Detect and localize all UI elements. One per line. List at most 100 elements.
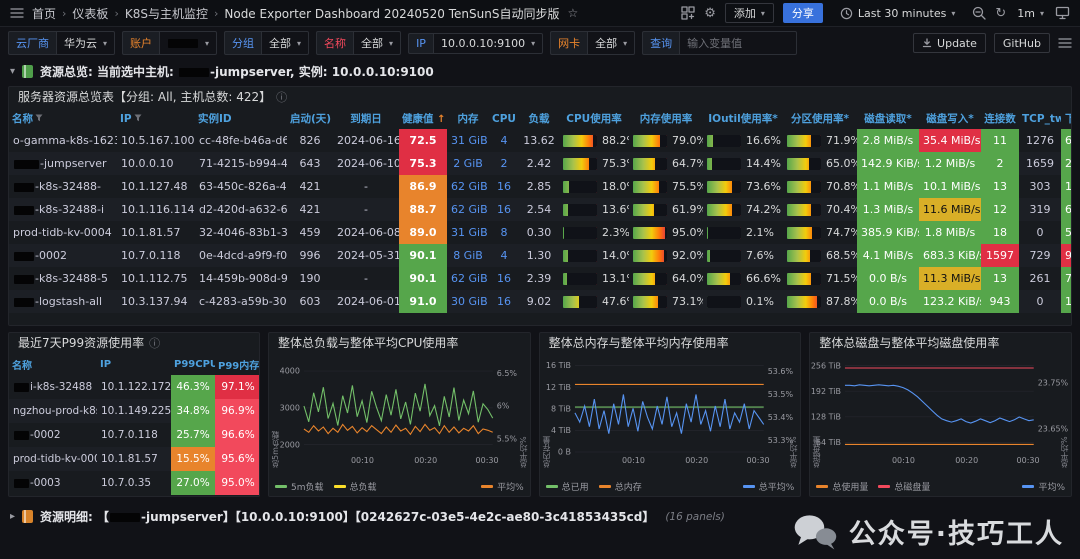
menu-icon[interactable] bbox=[10, 7, 24, 19]
cell-名称[interactable]: -0002 bbox=[9, 244, 117, 267]
cell-名称[interactable]: -0002 bbox=[9, 423, 97, 447]
legend-item[interactable]: 总磁盘量 bbox=[878, 480, 930, 493]
legend-item[interactable]: 总负载 bbox=[334, 480, 377, 493]
variable-input[interactable] bbox=[679, 31, 797, 55]
chevron-down-icon: ▾ bbox=[389, 39, 393, 48]
column-header-IOutil使用率*[interactable]: IOutil使用率* bbox=[703, 108, 783, 129]
cell-连接数: 11 bbox=[981, 129, 1019, 152]
legend-item[interactable]: 总平均% bbox=[743, 480, 795, 493]
column-header-CPU使用率[interactable]: CPU使用率 bbox=[559, 108, 629, 129]
chart-panel-3: 整体总磁盘与整体平均磁盘使用率256 TiB192 TiB128 TiB64 T… bbox=[809, 332, 1072, 497]
filter-cloud-vendor: 云厂商华为云▾ bbox=[8, 31, 115, 55]
filter-value[interactable]: 10.0.0.10:9100▾ bbox=[433, 33, 543, 54]
column-header-健康值[interactable]: 健康值 ↑ bbox=[399, 108, 447, 129]
column-header-名称[interactable]: 名称 bbox=[9, 108, 117, 129]
cell-名称[interactable]: -k8s-32488- bbox=[9, 175, 117, 198]
column-header-磁盘写入*[interactable]: 磁盘写入* bbox=[919, 108, 981, 129]
filter-value[interactable]: 华为云▾ bbox=[56, 31, 115, 55]
legend-item[interactable]: 平均% bbox=[1022, 480, 1065, 493]
cell-磁盘写入*: 10.1 MiB/s bbox=[919, 175, 981, 198]
breadcrumb-item[interactable]: 仪表板 bbox=[72, 5, 108, 22]
legend-item[interactable]: 5m负载 bbox=[275, 480, 324, 493]
column-header-内存[interactable]: 内存 bbox=[447, 108, 489, 129]
info-icon[interactable]: ⓘ bbox=[149, 333, 160, 354]
info-icon[interactable]: ⓘ bbox=[276, 87, 287, 108]
svg-text:00:20: 00:20 bbox=[414, 456, 437, 465]
breadcrumb-item[interactable]: K8S与主机监控 bbox=[125, 5, 208, 22]
cell-名称[interactable]: -k8s-32488-i bbox=[9, 198, 117, 221]
column-header-P99CPU[interactable]: P99CPU bbox=[171, 354, 215, 375]
svg-text:6.5%: 6.5% bbox=[497, 369, 518, 378]
gear-icon[interactable]: ⚙ bbox=[704, 7, 716, 20]
update-button[interactable]: Update bbox=[913, 33, 986, 53]
cell-名称[interactable]: -0003 bbox=[9, 471, 97, 495]
add-panel-icon[interactable] bbox=[681, 6, 695, 20]
cell-IOutil使用率*: 2.1% bbox=[703, 221, 783, 244]
expand-caret-icon: ▸ bbox=[10, 511, 15, 522]
cell-名称[interactable]: ngzhou-prod-k8s-1 bbox=[9, 399, 97, 423]
top-nav-actions: ⚙ 添加 ▾ 分享 Last 30 minutes ▾ ↻ 1m ▾ bbox=[681, 3, 1070, 23]
column-header-IP[interactable]: IP bbox=[117, 108, 195, 129]
filter-value[interactable]: 全部▾ bbox=[353, 31, 401, 55]
cell-启动(天): 421 bbox=[287, 175, 333, 198]
legend-item[interactable]: 总使用量 bbox=[816, 480, 868, 493]
github-button[interactable]: GitHub bbox=[994, 33, 1050, 53]
cell-内存: 8 GiB bbox=[447, 244, 489, 267]
column-header-分区使用率*[interactable]: 分区使用率* bbox=[783, 108, 857, 129]
column-header-TCP_tw[interactable]: TCP_tw bbox=[1019, 108, 1061, 129]
cell-名称[interactable]: prod-tidb-kv-0004 bbox=[9, 221, 117, 244]
cell-名称[interactable]: i-k8s-32488 bbox=[9, 375, 97, 399]
chevron-down-icon: ▾ bbox=[297, 39, 301, 48]
menu-icon[interactable] bbox=[1058, 37, 1072, 49]
share-button[interactable]: 分享 bbox=[783, 3, 823, 23]
column-header-连接数[interactable]: 连接数 bbox=[981, 108, 1019, 129]
chart: 256 TiB192 TiB128 TiB64 TiB23.75%23.65%0… bbox=[810, 354, 1071, 466]
svg-text:00:20: 00:20 bbox=[956, 456, 979, 465]
column-header-内存使用率[interactable]: 内存使用率 bbox=[629, 108, 703, 129]
legend-item[interactable]: 总已用 bbox=[546, 480, 589, 493]
cell-到期日: - bbox=[333, 267, 399, 290]
cell-内存: 2 GiB bbox=[447, 152, 489, 175]
book-icon bbox=[22, 510, 33, 523]
time-range-picker[interactable]: Last 30 minutes ▾ bbox=[832, 3, 963, 23]
column-header-启动(天)[interactable]: 启动(天) bbox=[287, 108, 333, 129]
column-header-实例ID[interactable]: 实例ID bbox=[195, 108, 287, 129]
filter-value[interactable]: 全部▾ bbox=[261, 31, 309, 55]
legend-item[interactable]: 平均% bbox=[481, 480, 524, 493]
refresh-interval-select[interactable]: 1m ▾ bbox=[1015, 3, 1046, 23]
table-row: -k8s-32488-10.1.127.4863-450c-826a-4421-… bbox=[9, 175, 1072, 198]
filter-value[interactable]: ▾ bbox=[159, 31, 217, 55]
row-overview-header[interactable]: ▾ 资源总览: 当前选中主机: -jumpserver, 实例: 10.0.0.… bbox=[0, 59, 1080, 84]
cell-名称[interactable]: o-gamma-k8s-16235 bbox=[9, 129, 117, 152]
column-header-CPU[interactable]: CPU bbox=[489, 108, 519, 129]
cell-磁盘写入*: 123.2 KiB/s bbox=[919, 290, 981, 313]
column-header-磁盘读取*[interactable]: 磁盘读取* bbox=[857, 108, 919, 129]
cell-实例ID: 32-4046-83b1-3 bbox=[195, 221, 287, 244]
cell-P99内存: 95.0% bbox=[215, 471, 260, 495]
tv-kiosk-icon[interactable] bbox=[1055, 6, 1070, 20]
column-header-P99内存[interactable]: P99内存 bbox=[215, 354, 260, 375]
legend-item[interactable]: 总内存 bbox=[599, 480, 642, 493]
cell-名称[interactable]: -logstash-all bbox=[9, 290, 117, 313]
cell-健康值: 91.0 bbox=[399, 290, 447, 313]
cell-名称[interactable]: prod-tidb-kv-0004 bbox=[9, 447, 97, 471]
sort-asc-icon: ↑ bbox=[437, 114, 445, 125]
column-header-名称[interactable]: 名称 bbox=[9, 354, 97, 375]
refresh-icon[interactable]: ↻ bbox=[995, 7, 1006, 20]
star-icon[interactable]: ☆ bbox=[567, 7, 578, 19]
column-header-负载[interactable]: 负载 bbox=[519, 108, 559, 129]
chart-legend: 5m负载总负载 平均% bbox=[275, 480, 524, 493]
filter-value[interactable]: 全部▾ bbox=[587, 31, 635, 55]
breadcrumb-item[interactable]: 首页 bbox=[32, 5, 56, 22]
add-dropdown-button[interactable]: 添加 ▾ bbox=[725, 3, 774, 23]
cell-健康值: 86.9 bbox=[399, 175, 447, 198]
column-header-IP[interactable]: IP bbox=[97, 354, 171, 375]
breadcrumb-item[interactable]: Node Exporter Dashboard 20240520 TenSunS… bbox=[224, 5, 559, 22]
cell-名称[interactable]: -k8s-32488-5 bbox=[9, 267, 117, 290]
cell-名称[interactable]: -jumpserver bbox=[9, 152, 117, 175]
cell-下载带宽: 2.12 MiB/s bbox=[1061, 152, 1072, 175]
breadcrumb-separator: › bbox=[62, 7, 66, 20]
column-header-到期日[interactable]: 到期日 bbox=[333, 108, 399, 129]
column-header-下载带宽[interactable]: 下载带宽 bbox=[1061, 108, 1072, 129]
zoom-out-icon[interactable] bbox=[972, 6, 986, 20]
